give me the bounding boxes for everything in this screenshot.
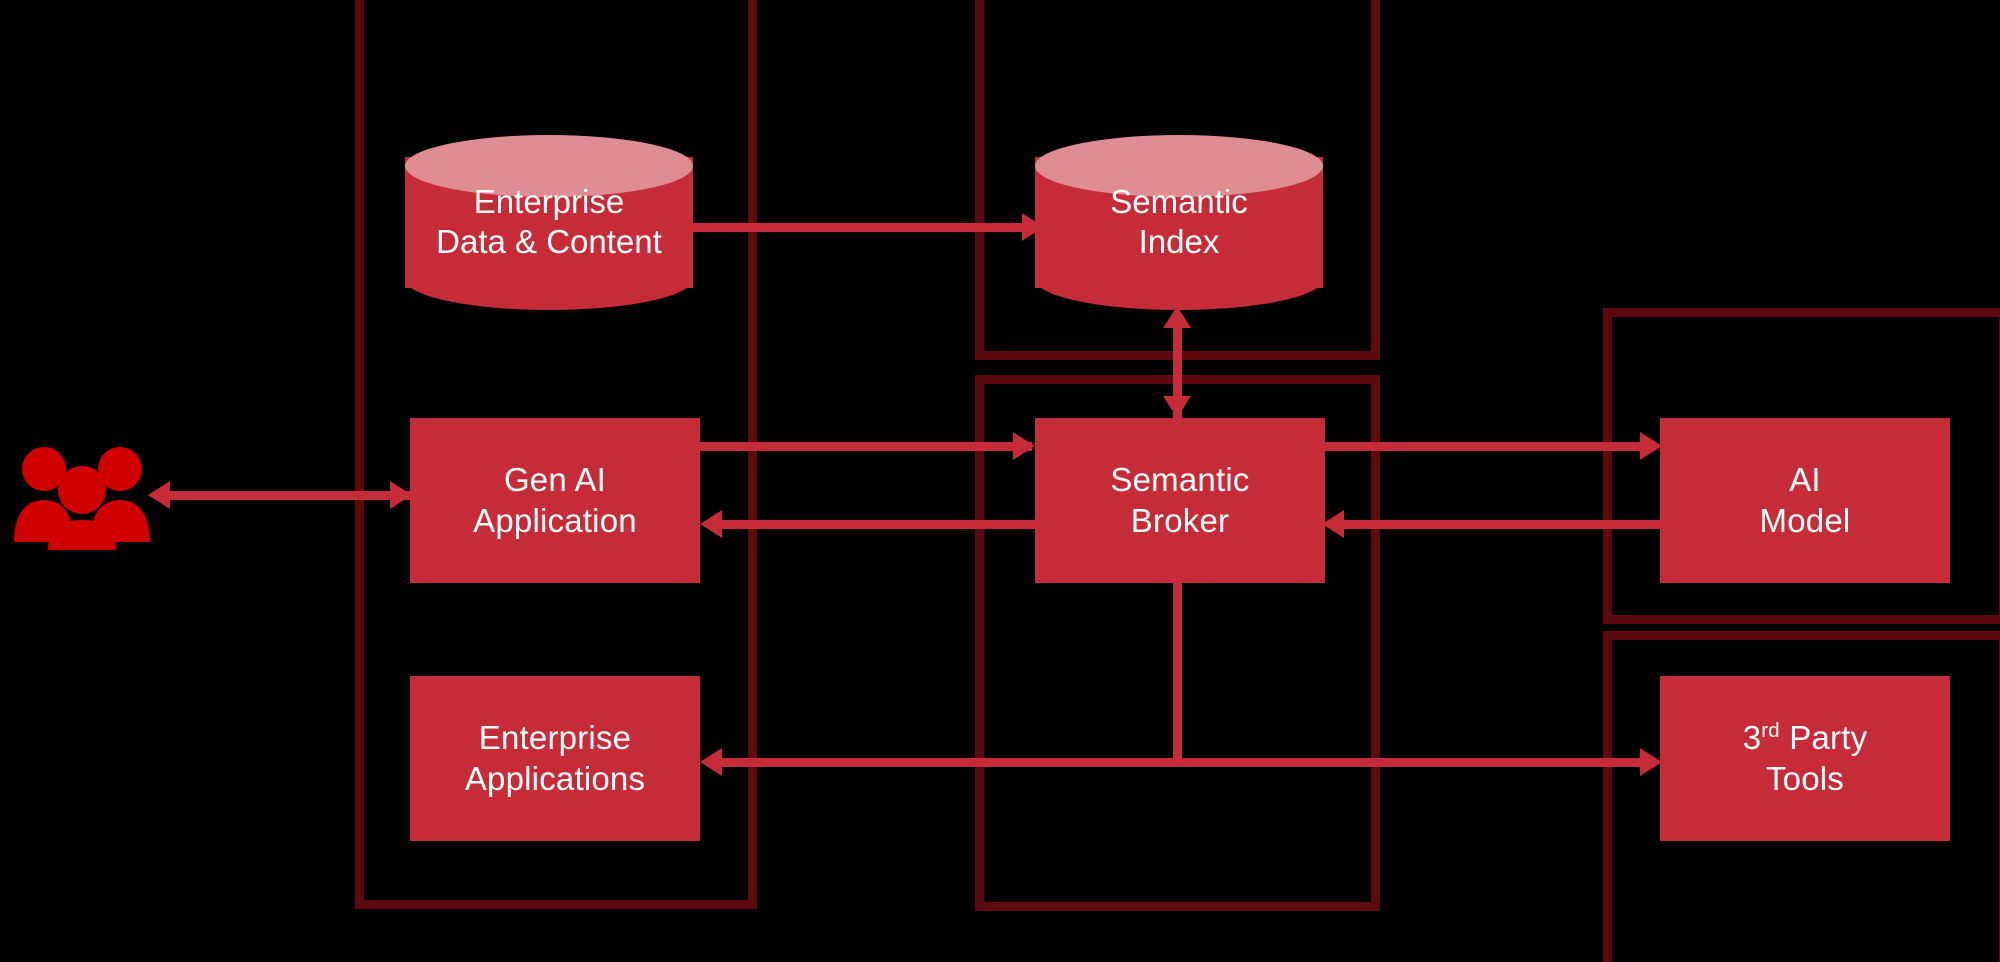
arrowhead-users-to-genai-right xyxy=(390,481,412,509)
label-line1: Enterprise xyxy=(478,718,632,756)
node-semantic-broker[interactable]: Semantic Broker xyxy=(1035,418,1325,583)
label-line1-prefix: 3 xyxy=(1742,718,1762,756)
connector-users-to-genai xyxy=(158,491,410,500)
label-line1: 3rd Party xyxy=(1743,719,1868,756)
label-line2: Tools xyxy=(1765,759,1845,797)
node-label-third-party-tools: 3rd Party Tools xyxy=(1660,718,1950,800)
arrowhead-index-broker-down xyxy=(1163,396,1191,418)
connector-thirdparty-to-entapps xyxy=(710,758,1652,767)
node-enterprise-data-content[interactable]: Enterprise Data & Content xyxy=(405,135,693,310)
label-line1-superscript: rd xyxy=(1761,718,1780,742)
diagram-canvas: Enterprise Data & Content Semantic Index… xyxy=(0,0,2000,962)
node-label-gen-ai-application: Gen AI Application xyxy=(410,460,700,542)
node-label-semantic-broker: Semantic Broker xyxy=(1035,460,1325,542)
node-third-party-tools[interactable]: 3rd Party Tools xyxy=(1660,676,1950,841)
arrowhead-genai-to-broker xyxy=(1013,432,1035,460)
label-line1: Gen AI xyxy=(503,460,607,498)
connector-broker-to-genai xyxy=(710,520,1042,529)
arrowhead-aimodel-to-broker xyxy=(1322,510,1344,538)
cylinder-top-ellipse xyxy=(1035,135,1323,197)
cylinder-top-ellipse xyxy=(405,135,693,197)
arrowhead-broker-to-aimodel xyxy=(1640,432,1662,460)
connector-broker-to-aimodel xyxy=(1322,442,1652,451)
node-gen-ai-application[interactable]: Gen AI Application xyxy=(410,418,700,583)
node-label-ai-model: AI Model xyxy=(1660,460,1950,542)
cylinder-bottom-ellipse xyxy=(405,248,693,310)
connector-data-to-index xyxy=(690,223,1042,232)
arrowhead-broker-to-genai xyxy=(700,510,722,538)
connector-broker-to-bottom-bus xyxy=(1173,570,1182,763)
label-line2: Broker xyxy=(1130,501,1230,539)
label-line1-suffix: Party xyxy=(1779,718,1868,756)
label-line2: Application xyxy=(473,501,637,539)
node-label-enterprise-applications: Enterprise Applications xyxy=(410,718,700,800)
node-semantic-index[interactable]: Semantic Index xyxy=(1035,135,1323,310)
users-people-icon xyxy=(12,442,152,550)
label-line1: AI xyxy=(1789,460,1821,498)
connector-aimodel-to-broker xyxy=(1332,520,1662,529)
cylinder-bottom-ellipse xyxy=(1035,248,1323,310)
label-line2: Model xyxy=(1759,501,1851,539)
label-line2: Applications xyxy=(464,759,646,797)
node-ai-model[interactable]: AI Model xyxy=(1660,418,1950,583)
arrowhead-thirdparty-to-entapps-left xyxy=(700,748,722,776)
arrowhead-thirdparty-to-entapps-right xyxy=(1640,748,1662,776)
connector-genai-to-broker xyxy=(700,442,1032,451)
label-line1: Semantic xyxy=(1110,460,1250,498)
node-enterprise-applications[interactable]: Enterprise Applications xyxy=(410,676,700,841)
